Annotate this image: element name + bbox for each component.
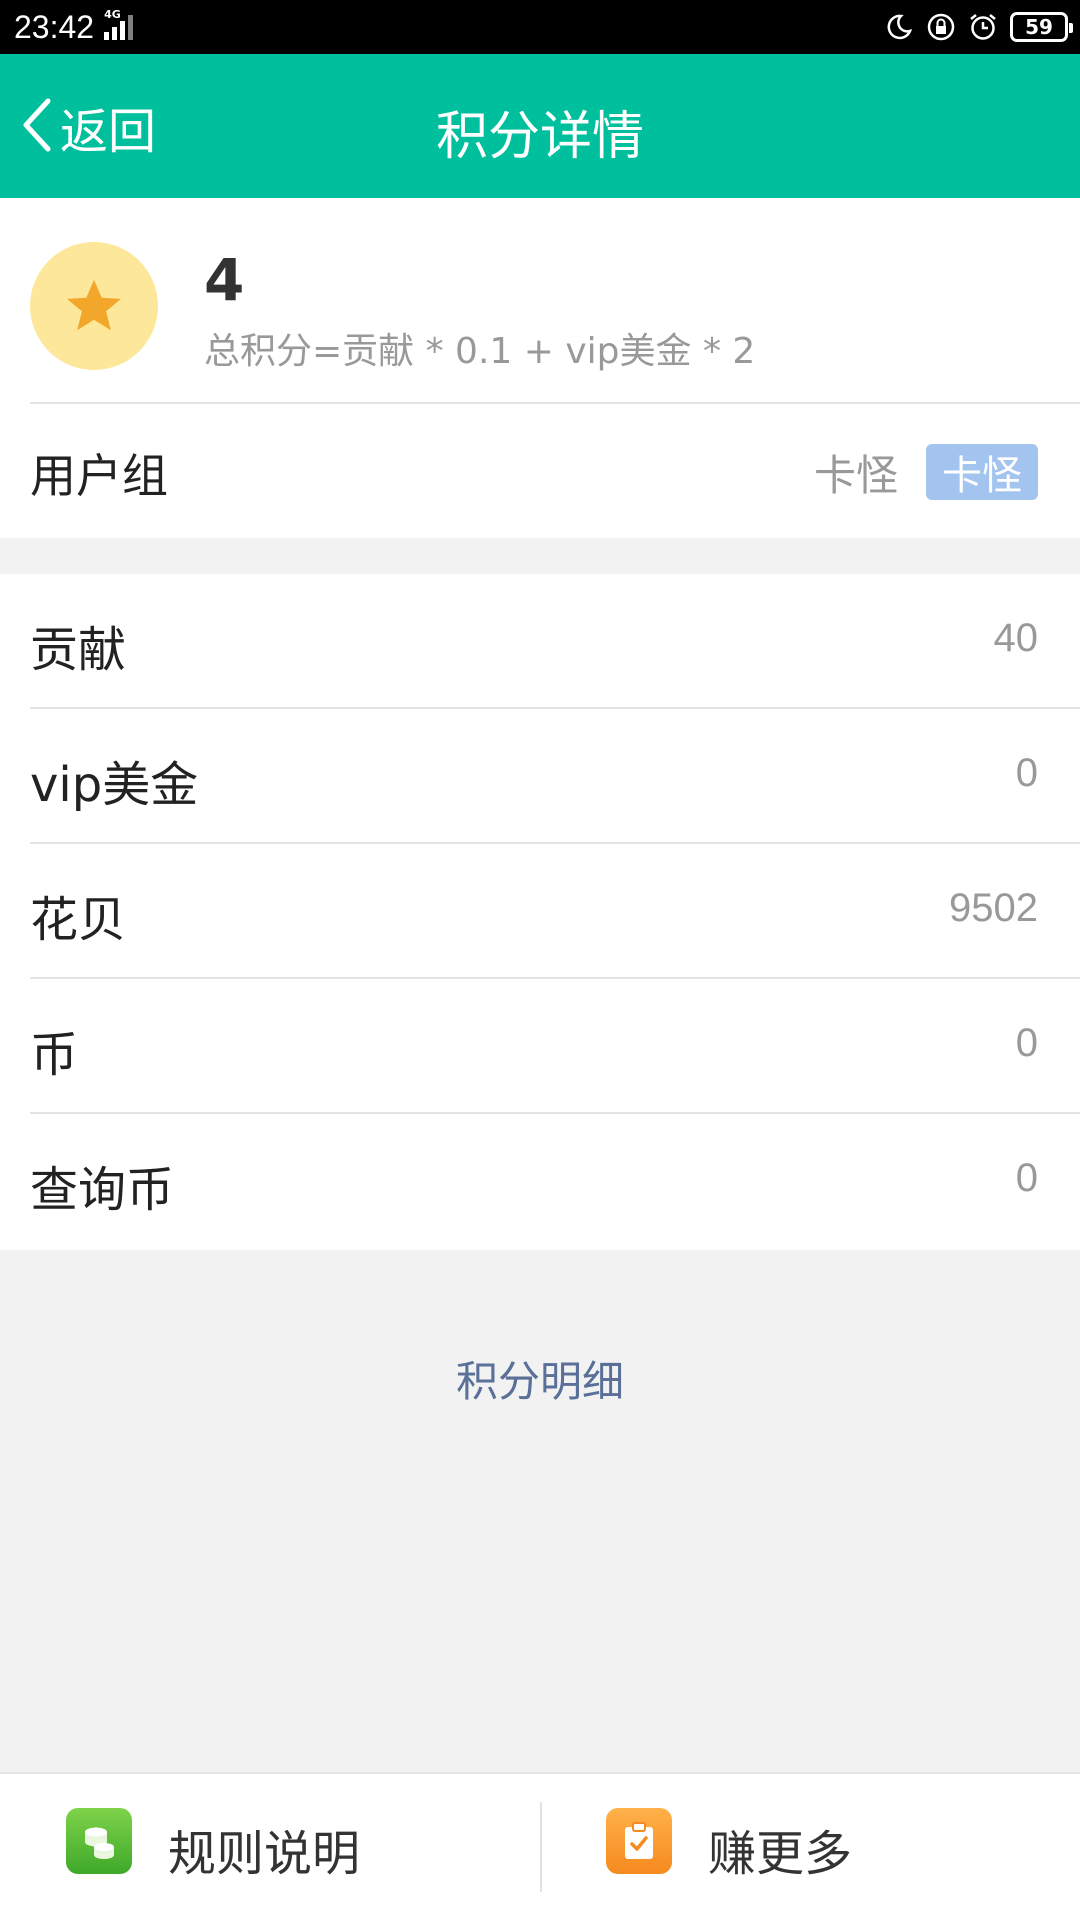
stat-row-contribution: 贡献 40 — [0, 574, 1080, 709]
stat-row-vip-dollars: vip美金 0 — [0, 709, 1080, 844]
status-left: 23:42 4G — [14, 8, 134, 46]
battery-icon: 59 — [1010, 12, 1073, 42]
earn-more-label: 赚更多 — [708, 1826, 853, 1882]
stat-value: 40 — [993, 616, 1039, 660]
points-detail-link[interactable]: 积分明细 — [0, 1348, 1080, 1409]
status-bar: 23:42 4G 59 — [0, 0, 1080, 54]
user-group-value: 卡怪 — [813, 451, 898, 500]
bottom-bar: 规则说明 赚更多 — [0, 1772, 1080, 1920]
stat-value: 0 — [1015, 1021, 1038, 1065]
status-right: 59 — [884, 12, 1073, 42]
stat-label: vip美金 — [30, 757, 199, 813]
rules-label: 规则说明 — [168, 1826, 361, 1882]
user-group-row: 用户组 卡怪 卡怪 — [0, 404, 1080, 538]
rules-button[interactable]: 规则说明 — [0, 1774, 540, 1920]
earn-more-button[interactable]: 赚更多 — [542, 1774, 1080, 1920]
coins-icon — [66, 1808, 132, 1874]
stat-label: 币 — [30, 1027, 79, 1083]
stat-value: 0 — [1015, 1156, 1038, 1200]
stat-row-query-coins: 查询币 0 — [0, 1114, 1080, 1249]
stat-value: 0 — [1015, 751, 1038, 795]
page-title: 积分详情 — [435, 107, 644, 167]
clipboard-check-icon — [606, 1808, 672, 1874]
stats-list: 贡献 40 vip美金 0 花贝 9502 币 0 查询币 0 — [0, 574, 1080, 1250]
moon-icon — [884, 12, 914, 42]
stat-row-huabei: 花贝 9502 — [0, 844, 1080, 979]
star-icon — [30, 242, 158, 370]
total-score: 4 — [204, 246, 245, 314]
stat-label: 花贝 — [30, 892, 127, 948]
signal-icon: 4G — [104, 8, 134, 40]
nav-bar: 返回 积分详情 — [0, 54, 1080, 198]
status-time: 23:42 — [14, 8, 95, 45]
network-type: 4G — [104, 8, 121, 21]
score-card: 4 总积分=贡献 * 0.1 + vip美金 * 2 用户组 卡怪 卡怪 — [0, 198, 1080, 538]
user-group-label: 用户组 — [30, 449, 168, 503]
alarm-icon — [968, 12, 998, 42]
stat-value: 9502 — [949, 886, 1038, 930]
stat-label: 贡献 — [30, 622, 127, 678]
user-group-badge: 卡怪 — [926, 444, 1038, 500]
stat-row-coins: 币 0 — [0, 979, 1080, 1114]
score-formula: 总积分=贡献 * 0.1 + vip美金 * 2 — [204, 331, 756, 372]
stat-label: 查询币 — [30, 1162, 175, 1218]
lock-rotation-icon — [926, 12, 956, 42]
